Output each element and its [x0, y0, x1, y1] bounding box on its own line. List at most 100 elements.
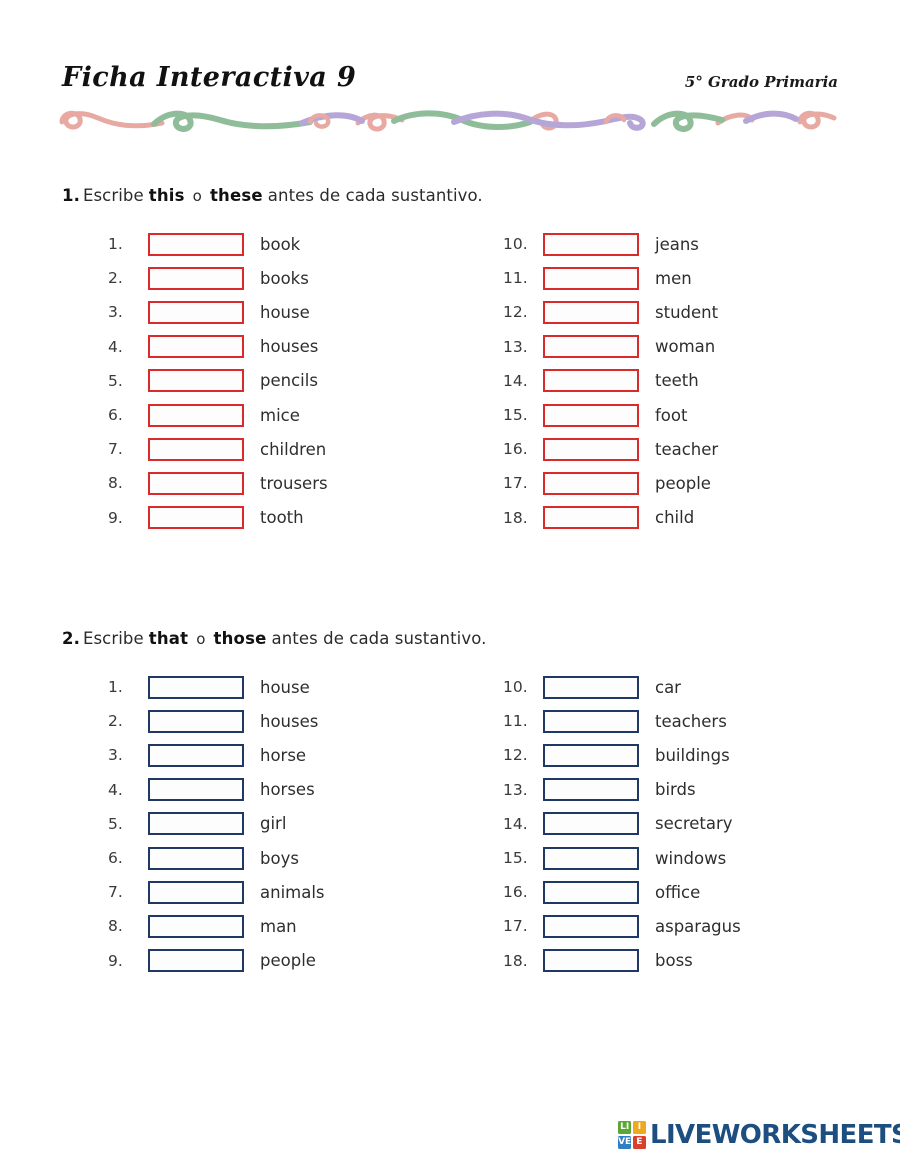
- item-number: 2.: [108, 269, 123, 288]
- item-number: 7.: [108, 883, 123, 902]
- item-word: teachers: [655, 711, 727, 731]
- exercise-1-columns: 1. book 2. books 3. house 4. houses 5. p…: [62, 227, 852, 537]
- answer-input[interactable]: [543, 846, 639, 870]
- item-number: 4.: [108, 337, 123, 356]
- item-word: house: [260, 302, 310, 322]
- item-number: 15.: [503, 406, 528, 425]
- exercise-2-number: 2.: [62, 629, 80, 648]
- list-item: 6. boys: [108, 841, 325, 875]
- decorative-flourish-divider: [58, 102, 842, 144]
- exercise-2: 2. Escribe that o those antes de cada sustant…: [62, 629, 852, 980]
- answer-input[interactable]: [148, 506, 244, 530]
- answer-input[interactable]: [543, 778, 639, 802]
- answer-input[interactable]: [148, 914, 244, 938]
- item-number: 6.: [108, 849, 123, 868]
- item-word: asparagus: [655, 916, 741, 936]
- item-number: 11.: [503, 712, 528, 731]
- exercise-2-conjunction: o: [196, 630, 206, 648]
- answer-input[interactable]: [148, 743, 244, 767]
- item-number: 12.: [503, 303, 528, 322]
- answer-input[interactable]: [148, 403, 244, 427]
- liveworksheets-wordmark: LIVEWORKSHEETS: [650, 1120, 900, 1150]
- answer-input[interactable]: [148, 437, 244, 461]
- exercise-2-right-column: 10. car 11. teachers 12. buildings 13. b…: [503, 670, 741, 978]
- answer-input[interactable]: [543, 880, 639, 904]
- answer-input[interactable]: [148, 266, 244, 290]
- item-number: 5.: [108, 371, 123, 390]
- answer-input[interactable]: [543, 506, 639, 530]
- answer-input[interactable]: [543, 335, 639, 359]
- exercise-1: 1. Escribe this o these antes de cada sustant…: [62, 186, 852, 537]
- answer-input[interactable]: [543, 743, 639, 767]
- worksheet-page: Ficha Interactiva 9 5° Grado Primaria 1.…: [0, 0, 900, 1161]
- list-item: 8. man: [108, 909, 325, 943]
- item-word: child: [655, 508, 695, 528]
- list-item: 8. trousers: [108, 466, 328, 500]
- list-item: 18. boss: [503, 944, 741, 978]
- item-number: 7.: [108, 440, 123, 459]
- list-item: 10. car: [503, 670, 741, 704]
- answer-input[interactable]: [148, 471, 244, 495]
- answer-input[interactable]: [148, 778, 244, 802]
- item-number: 4.: [108, 780, 123, 799]
- item-number: 1.: [108, 235, 123, 254]
- item-number: 15.: [503, 849, 528, 868]
- item-number: 14.: [503, 371, 528, 390]
- answer-input[interactable]: [148, 949, 244, 973]
- exercise-2-left-column: 1. house 2. houses 3. horse 4. horses 5.…: [108, 670, 325, 978]
- item-word: secretary: [655, 814, 733, 834]
- answer-input[interactable]: [543, 709, 639, 733]
- answer-input[interactable]: [543, 403, 639, 427]
- list-item: 1. book: [108, 227, 328, 261]
- answer-input[interactable]: [543, 437, 639, 461]
- answer-input[interactable]: [148, 675, 244, 699]
- answer-input[interactable]: [543, 675, 639, 699]
- item-number: 3.: [108, 746, 123, 765]
- list-item: 12. buildings: [503, 738, 741, 772]
- answer-input[interactable]: [148, 232, 244, 256]
- answer-input[interactable]: [148, 300, 244, 324]
- list-item: 2. houses: [108, 704, 325, 738]
- list-item: 14. teeth: [503, 364, 718, 398]
- item-number: 10.: [503, 678, 528, 697]
- logo-tile-li: LI: [618, 1121, 632, 1135]
- answer-input[interactable]: [148, 846, 244, 870]
- exercise-2-keyword-1: that: [148, 629, 189, 648]
- list-item: 1. house: [108, 670, 325, 704]
- liveworksheets-logo[interactable]: LI I VE E LIVEWORKSHEETS: [618, 1120, 900, 1150]
- item-number: 11.: [503, 269, 528, 288]
- item-number: 16.: [503, 440, 528, 459]
- item-number: 13.: [503, 780, 528, 799]
- list-item: 18. child: [503, 501, 718, 535]
- page-title: Ficha Interactiva 9: [62, 62, 357, 93]
- item-number: 9.: [108, 508, 123, 527]
- exercise-2-keyword-2: those: [213, 629, 267, 648]
- answer-input[interactable]: [543, 812, 639, 836]
- item-word: boys: [260, 848, 299, 868]
- logo-tile-e: E: [632, 1135, 646, 1149]
- answer-input[interactable]: [148, 369, 244, 393]
- answer-input[interactable]: [148, 812, 244, 836]
- liveworksheets-logo-icon: LI I VE E: [618, 1121, 646, 1149]
- item-word: teeth: [655, 371, 699, 391]
- exercise-1-conjunction: o: [192, 187, 202, 205]
- list-item: 16. teacher: [503, 432, 718, 466]
- exercise-1-keyword-2: these: [209, 186, 263, 205]
- answer-input[interactable]: [148, 880, 244, 904]
- list-item: 6. mice: [108, 398, 328, 432]
- item-number: 5.: [108, 814, 123, 833]
- answer-input[interactable]: [148, 709, 244, 733]
- answer-input[interactable]: [543, 949, 639, 973]
- grade-label: 5° Grado Primaria: [684, 73, 838, 91]
- list-item: 13. woman: [503, 330, 718, 364]
- item-number: 13.: [503, 337, 528, 356]
- answer-input[interactable]: [543, 266, 639, 290]
- answer-input[interactable]: [543, 369, 639, 393]
- answer-input[interactable]: [543, 471, 639, 495]
- item-word: book: [260, 234, 301, 254]
- exercise-1-number: 1.: [62, 186, 80, 205]
- answer-input[interactable]: [543, 914, 639, 938]
- answer-input[interactable]: [543, 300, 639, 324]
- answer-input[interactable]: [148, 335, 244, 359]
- answer-input[interactable]: [543, 232, 639, 256]
